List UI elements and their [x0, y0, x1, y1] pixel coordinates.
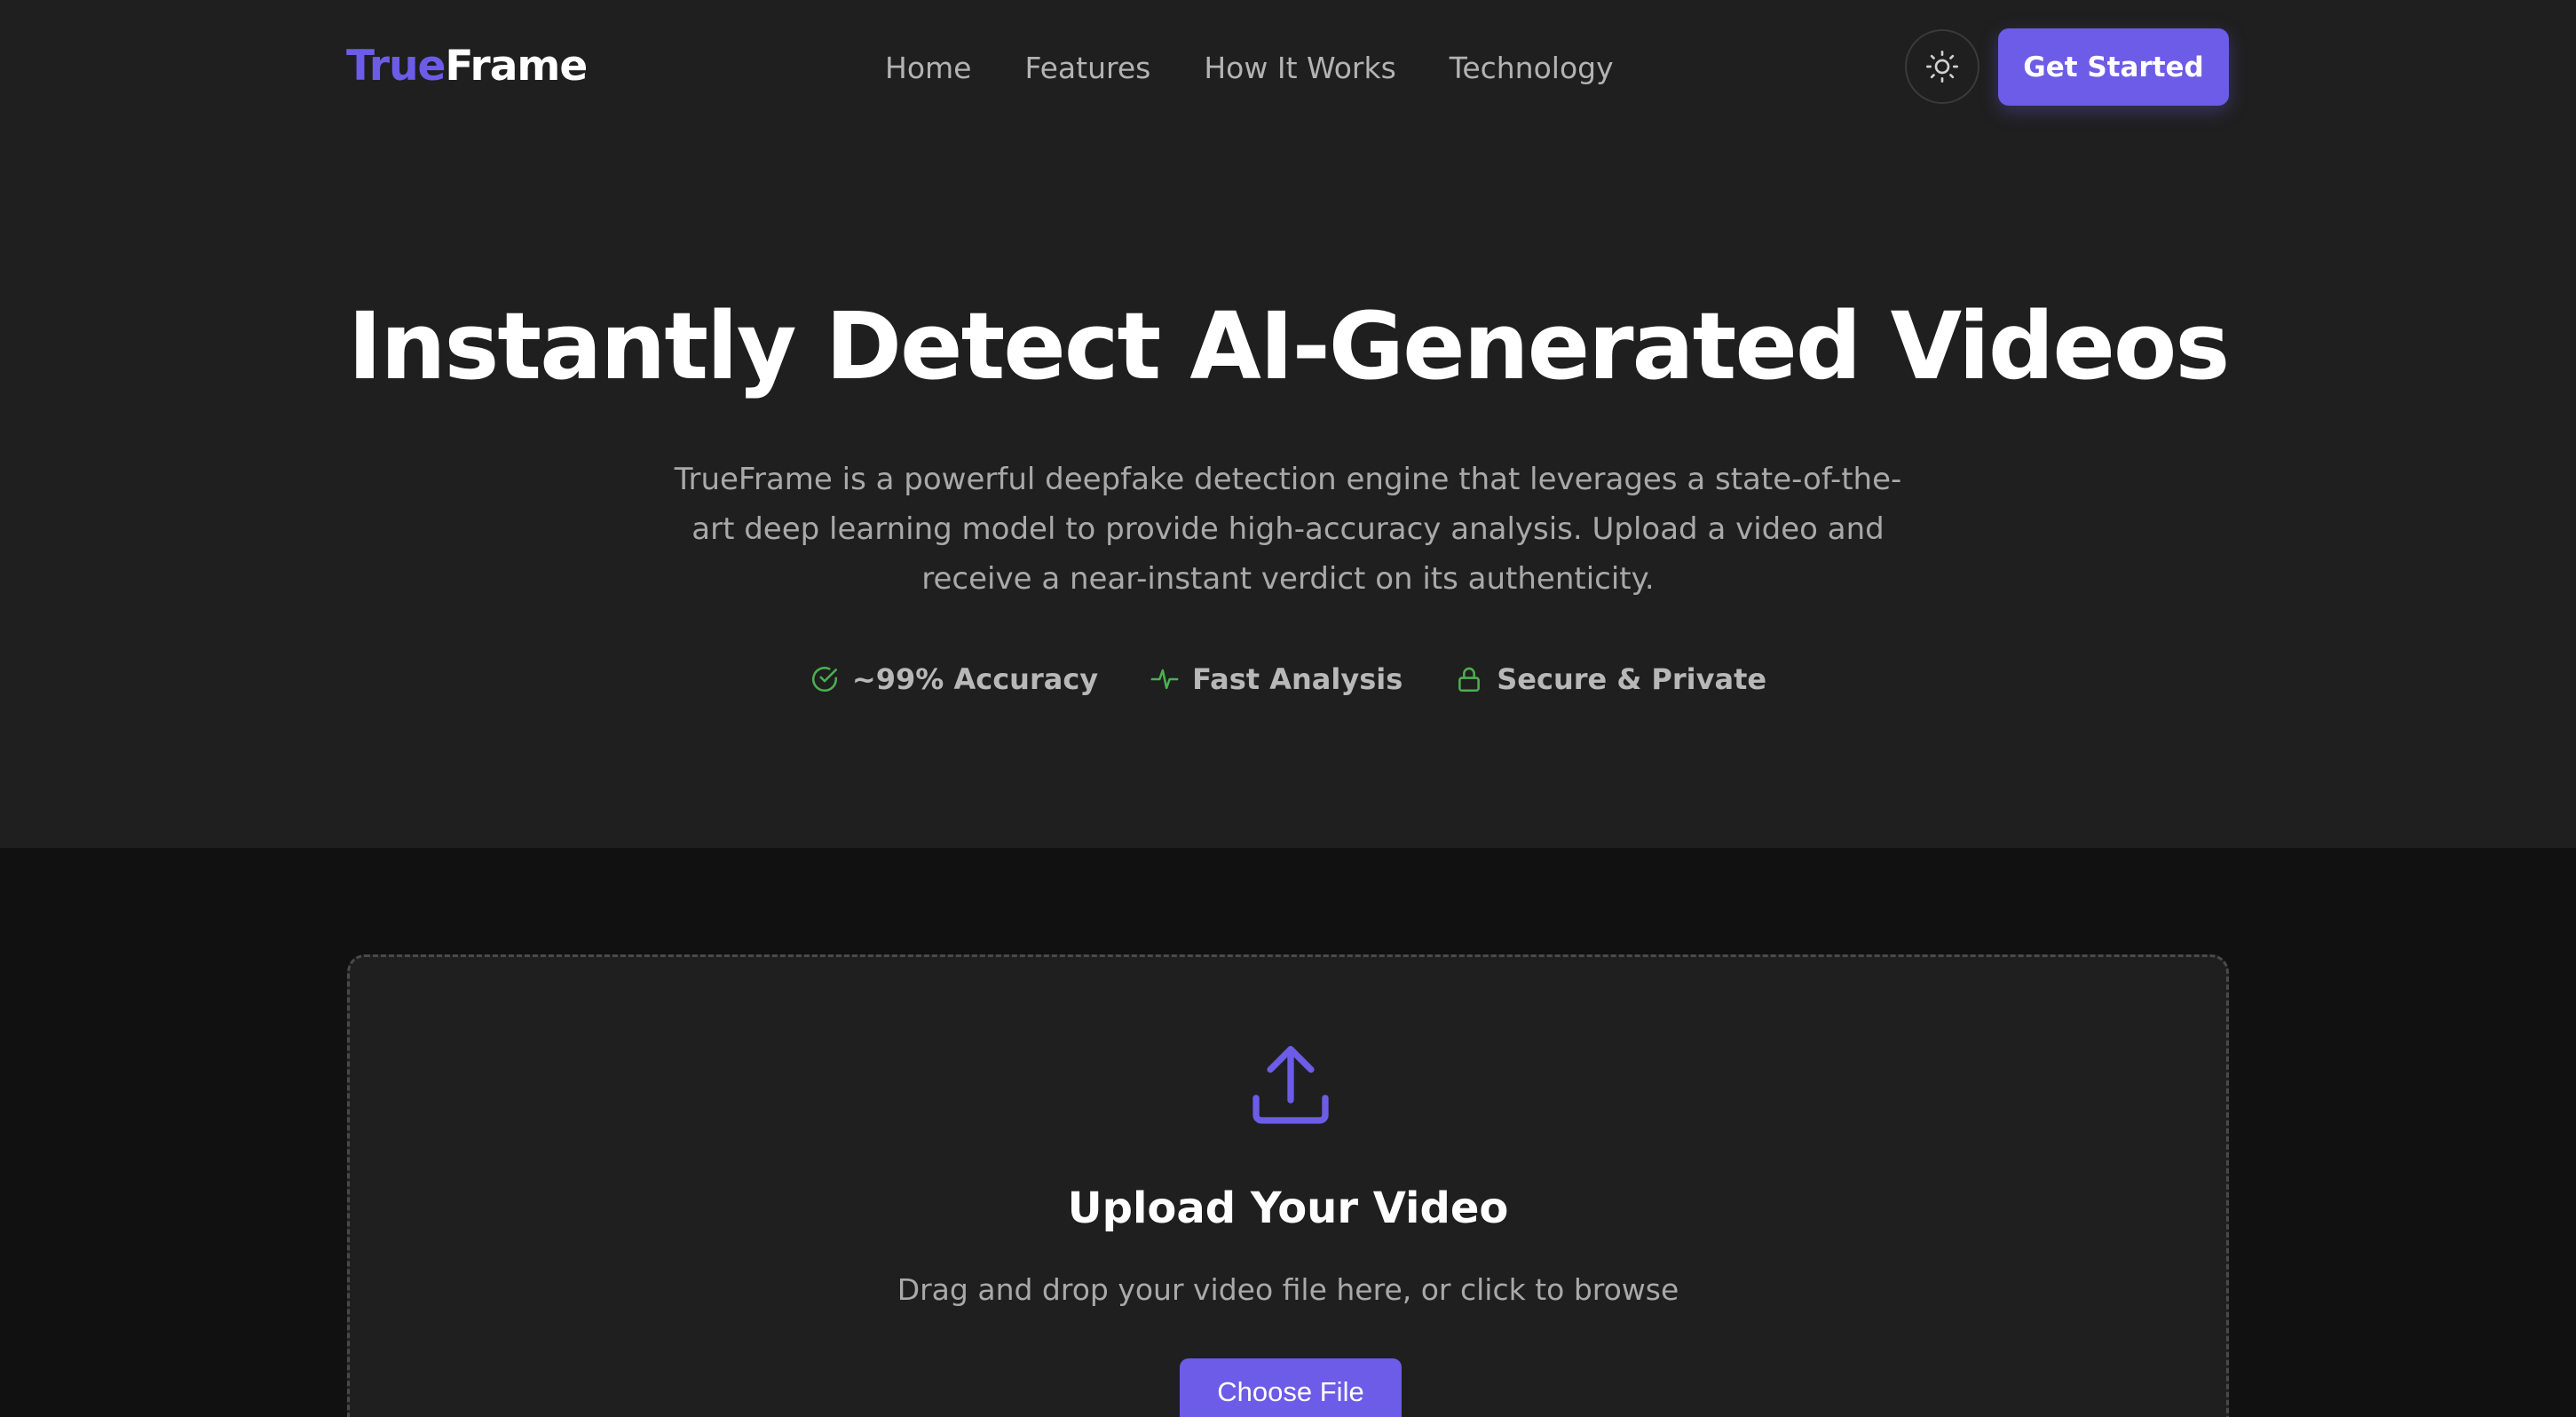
lock-icon — [1458, 667, 1481, 693]
feature-fast-analysis: Fast Analysis — [1150, 662, 1403, 696]
feature-secure: Secure & Private — [1454, 662, 1766, 696]
upload-subtitle: Drag and drop your video file here, or c… — [897, 1272, 1679, 1307]
hero-section: Instantly Detect AI-Generated Videos Tru… — [0, 133, 2576, 848]
upload-dropzone[interactable]: Upload Your Video Drag and drop your vid… — [347, 954, 2229, 1417]
hero-title: Instantly Detect AI-Generated Videos — [347, 292, 2230, 400]
main-nav: Home Features How It Works Technology — [885, 46, 1614, 89]
feature-accuracy: ~99% Accuracy — [810, 662, 1098, 696]
feature-highlights: ~99% Accuracy Fast Analysis Secure & Pri… — [0, 662, 2576, 696]
logo-rest-text: Frame — [445, 42, 588, 91]
page: TrueFrame Home Features How It Works Tec… — [0, 0, 2576, 1417]
upload-icon — [1252, 1046, 1329, 1124]
theme-toggle-button[interactable] — [1905, 29, 1979, 104]
feature-fast-analysis-label: Fast Analysis — [1192, 662, 1403, 696]
feature-secure-label: Secure & Private — [1497, 662, 1767, 696]
site-header: TrueFrame Home Features How It Works Tec… — [0, 0, 2576, 133]
nav-link-how-it-works[interactable]: How It Works — [1204, 51, 1395, 85]
get-started-button[interactable]: Get Started — [1998, 28, 2229, 106]
feature-accuracy-label: ~99% Accuracy — [851, 662, 1099, 696]
nav-link-technology[interactable]: Technology — [1450, 51, 1614, 85]
upload-title: Upload Your Video — [1067, 1183, 1509, 1233]
logo-accent-text: True — [346, 42, 446, 91]
hero-description: TrueFrame is a powerful deepfake detecti… — [674, 462, 1902, 597]
nav-link-home[interactable]: Home — [885, 51, 971, 85]
check-circle-icon — [811, 666, 837, 693]
sun-icon — [1926, 51, 1958, 83]
logo[interactable]: TrueFrame — [346, 36, 588, 98]
nav-link-features[interactable]: Features — [1024, 51, 1150, 85]
activity-icon — [1150, 669, 1179, 690]
choose-file-button[interactable]: Choose File — [1180, 1358, 1402, 1417]
